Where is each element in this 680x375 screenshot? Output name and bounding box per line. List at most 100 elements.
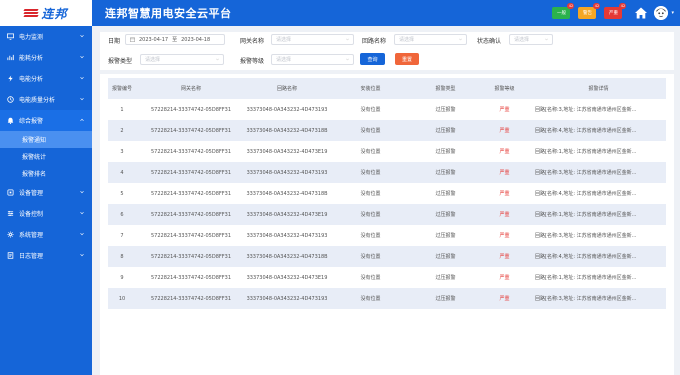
alarm-detail-cell: 回路[名称:3,地址: 江苏省南通市通州区金新... [531,288,666,309]
alarm-general-count: 42 [567,3,575,9]
alarm-severe-label: 严重 [608,11,618,16]
alarm-table-panel: 报警编号 网关名称 回路名称 安装位置 报警类型 报警等级 报警详情 1 5722… [100,74,674,375]
alarm-warning-count: 42 [593,3,601,9]
gateway-name-cell: 57228214-33374742-05D8FF31 [150,274,231,281]
loop-label: 回路名称 [362,38,387,45]
date-end-value[interactable]: 2023-04-18 [181,37,210,43]
column-header[interactable]: 安装位置 [328,78,413,99]
column-header[interactable]: 网关名称 [136,78,246,99]
table-row[interactable]: 1 57228214-33374742-05D8FF31 33373048-0A34… [108,99,666,120]
alarm-level-cell: 严重 [499,191,510,197]
alarm-warning-label: 警告 [582,11,592,16]
chart-icon [7,54,14,61]
gateway-name-cell: 57228214-33374742-05D8FF31 [136,246,246,267]
location-cell: 没有位置 [328,162,413,183]
alarm-type-select[interactable]: 请选择 [140,54,224,65]
loop-name-cell: 33373048-0A343232-4D47318B [246,246,328,267]
column-header[interactable]: 回路名称 [246,78,328,99]
table-row[interactable]: 3 57228214-33374742-05D8FF31 33373048-0A34… [108,141,666,162]
brand-logo[interactable]: 连邦 [0,0,92,26]
gateway-name-cell: 57228214-33374742-05D8FF31 [136,288,246,309]
sidebar-item-label: 综合报警 [19,118,44,125]
alarm-id-cell: 3 [120,148,124,155]
sidebar-item-power-analysis[interactable]: 电能分析 [0,68,92,89]
alarm-general-button[interactable]: 一般 42 [552,3,575,19]
alarm-type-cell: 过压报警 [413,120,478,141]
sidebar-subitem-alarm-statistics[interactable]: 报警统计 [0,148,92,165]
gateway-select[interactable]: 请选择 [271,34,354,45]
alarm-level-cell: 严重 [478,204,531,225]
chevron-up-icon [80,118,84,122]
sidebar-item-power-quality[interactable]: 电能质量分析 [0,89,92,110]
table-row[interactable]: 6 57228214-33374742-05D8FF31 33373048-0A34… [108,204,666,225]
alarm-detail-cell: 回路[名称:1,地址: 江苏省南通市通州区金新... [535,275,637,281]
top-header: 连邦 连邦智慧用电安全云平台 一般 42 警告 42 严重 42 ▾ [0,0,680,26]
sidebar-subitem-alarm-notice[interactable]: 报警通知 [0,131,92,148]
gateway-name-cell: 57228214-33374742-05D8FF31 [150,148,231,155]
column-header[interactable]: 报警编号 [108,78,136,99]
sidebar-item-log-management[interactable]: 日志管理 [0,245,92,266]
sidebar-item-energy-analysis[interactable]: 能耗分析 [0,47,92,68]
loop-name-cell: 33373048-0A343232-4D47318B [246,190,328,197]
sidebar-item-power-monitoring[interactable]: 电力监测 [0,26,92,47]
sidebar-item-comprehensive-alarm[interactable]: 综合报警 [0,110,92,131]
user-menu-caret-icon[interactable]: ▾ [671,10,674,16]
alarm-icon [7,117,14,124]
alarm-type-placeholder: 请选择 [145,57,161,63]
chevron-down-icon [80,97,84,101]
location-cell: 没有位置 [360,275,381,281]
table-row[interactable]: 4 57228214-33374742-05D8FF31 33373048-0A34… [108,162,666,183]
table-row[interactable]: 7 57228214-33374742-05D8FF31 33373048-0A34… [108,225,666,246]
table-row[interactable]: 10 57228214-33374742-05D8FF31 33373048-0A3… [108,288,666,309]
alarm-type-label: 报警类型 [108,58,133,65]
location-cell: 没有位置 [360,233,381,239]
location-cell: 没有位置 [360,107,381,113]
chevron-down-icon [346,38,349,41]
header-actions: 一般 42 警告 42 严重 42 ▾ [552,0,680,26]
status-select[interactable]: 请选择 [509,34,553,45]
alarm-id-cell: 1 [120,106,124,113]
alarm-id-cell: 9 [120,274,124,281]
table-row[interactable]: 9 57228214-33374742-05D8FF31 33373048-0A34… [108,267,666,288]
alarm-warning-button[interactable]: 警告 42 [578,3,601,19]
location-cell: 没有位置 [360,191,381,197]
date-start-value[interactable]: 2023-04-17 [139,37,168,43]
loop-name-cell: 33373048-0A343232-4D473E19 [246,204,328,225]
user-avatar[interactable] [654,6,669,20]
table-row[interactable]: 5 57228214-33374742-05D8FF31 33373048-0A34… [108,183,666,204]
sidebar-item-label: 系统管理 [19,232,44,239]
chevron-down-icon [80,253,84,257]
alarm-detail-cell: 回路[名称:4,地址: 江苏省南通市通州区金新... [531,246,666,267]
avatar-face-icon [654,6,669,20]
alarm-level-cell: 严重 [478,246,531,267]
loop-select[interactable]: 请选择 [394,34,467,45]
table-row[interactable]: 8 57228214-33374742-05D8FF31 33373048-0A34… [108,246,666,267]
sidebar-item-device-management[interactable]: 设备管理 [0,182,92,203]
alarm-type-cell: 过压报警 [413,162,478,183]
loop-name-cell: 33373048-0A343232-4D473E19 [246,148,328,155]
alarm-level-select[interactable]: 请选择 [271,54,354,65]
gateway-name-cell: 57228214-33374742-05D8FF31 [136,120,246,141]
status-placeholder: 请选择 [514,37,530,43]
alarm-level-cell: 严重 [478,162,531,183]
sidebar-item-label: 电能质量分析 [19,97,56,104]
column-header[interactable]: 报警等级 [478,78,531,99]
date-range-picker[interactable]: 2023-04-17 至 2023-04-18 [125,34,225,45]
sidebar-item-system-management[interactable]: 系统管理 [0,224,92,245]
query-button[interactable]: 查询 [360,53,385,65]
logo-mark-icon [23,8,40,18]
sidebar-item-label: 日志管理 [19,253,44,260]
reset-button[interactable]: 重置 [395,53,419,65]
chevron-down-icon [459,38,462,41]
alarm-detail-cell: 回路[名称:1,地址: 江苏省南通市通州区金新... [531,204,666,225]
column-header[interactable]: 报警详情 [531,78,666,99]
home-icon[interactable] [634,6,648,20]
alarm-type-cell: 过压报警 [435,233,456,239]
alarm-severe-button[interactable]: 严重 42 [604,3,627,19]
sidebar-item-device-control[interactable]: 设备控制 [0,203,92,224]
sidebar-subitem-alarm-ranking[interactable]: 报警排名 [0,165,92,182]
column-header[interactable]: 报警类型 [413,78,478,99]
chevron-down-icon [80,190,84,194]
quality-icon [7,96,14,103]
table-row[interactable]: 2 57228214-33374742-05D8FF31 33373048-0A34… [108,120,666,141]
